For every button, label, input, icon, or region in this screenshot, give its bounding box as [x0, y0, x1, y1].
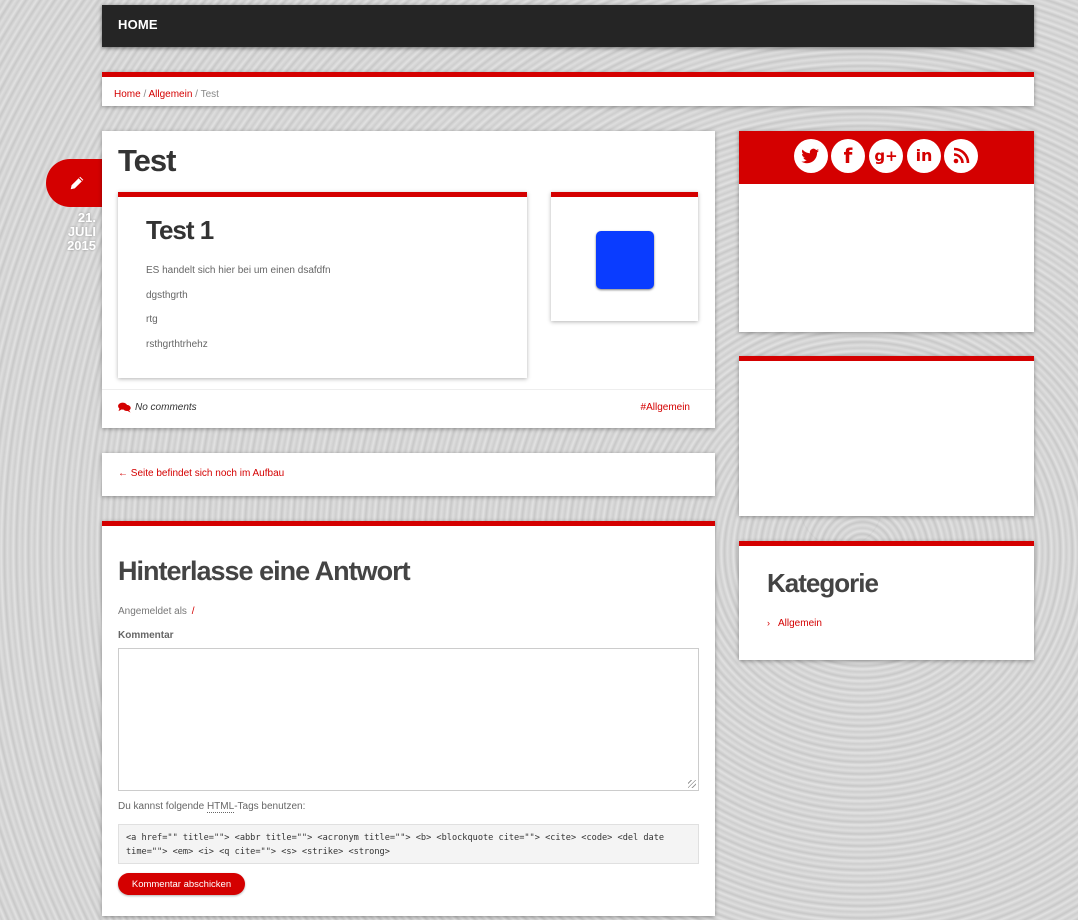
- allowed-tags-code: <a href="" title=""> <abbr title=""> <ac…: [118, 824, 699, 864]
- linkedin-icon[interactable]: in: [907, 139, 941, 173]
- nav-home-link[interactable]: HOME: [118, 17, 158, 32]
- category-widget-title: Kategorie: [767, 568, 879, 598]
- content-paragraph: ES handelt sich hier bei um einen dsafdf…: [146, 265, 331, 276]
- post-date-month: JULI: [67, 224, 96, 239]
- googleplus-icon[interactable]: g+: [869, 139, 903, 173]
- facebook-glyph: f: [843, 144, 853, 168]
- post-thumbnail-card: [551, 192, 698, 321]
- content-heading: Test 1: [146, 215, 214, 245]
- comment-textarea[interactable]: [118, 648, 699, 791]
- category-item[interactable]: › Allgemein: [767, 618, 822, 629]
- breadcrumb-home-link[interactable]: Home: [114, 89, 141, 100]
- post-article: Test Test 1 ES handelt sich hier bei um …: [102, 131, 715, 428]
- post-category-tag[interactable]: #Allgemein: [641, 402, 690, 413]
- post-date: 21. JULI 2015: [58, 211, 96, 253]
- allowed-tags-prefix: Du kannst folgende: [118, 801, 207, 812]
- post-content-card: Test 1 ES handelt sich hier bei um einen…: [118, 192, 527, 378]
- category-item-label: Allgemein: [778, 618, 822, 629]
- submit-comment-button[interactable]: Kommentar abschicken: [118, 873, 245, 895]
- comment-label: Kommentar: [118, 630, 174, 641]
- reply-title: Hinterlasse eine Antwort: [118, 556, 411, 586]
- sidebar-widget: [739, 356, 1034, 516]
- content-paragraph: dgsthgrth: [146, 290, 188, 301]
- allowed-tags-suffix: -Tags benutzen:: [234, 801, 306, 812]
- comments-icon: [118, 402, 131, 413]
- chevron-right-icon: ›: [767, 618, 770, 628]
- breadcrumb-category-link[interactable]: Allgemein: [148, 89, 192, 100]
- top-navbar: HOME: [102, 5, 1034, 47]
- comments-count-link[interactable]: No comments: [135, 402, 197, 413]
- logged-in-prefix: Angemeldet als: [118, 606, 187, 617]
- breadcrumb-current: Test: [200, 89, 219, 100]
- html-abbr: HTML: [206, 801, 235, 813]
- category-widget: Kategorie › Allgemein: [739, 541, 1034, 660]
- social-widget: f g+ in: [739, 131, 1034, 332]
- post-format-badge: [46, 159, 102, 207]
- post-date-year: 2015: [67, 238, 96, 253]
- reply-form: Hinterlasse eine Antwort Angemeldet als …: [102, 521, 715, 916]
- breadcrumb-separator: /: [192, 89, 201, 100]
- rss-icon[interactable]: [944, 139, 978, 173]
- post-date-day: 21.: [77, 210, 96, 225]
- content-paragraph: rtg: [146, 314, 158, 325]
- pencil-icon: [70, 176, 84, 190]
- post-title: Test: [118, 143, 176, 178]
- social-bar: f g+ in: [739, 131, 1034, 184]
- logged-in-user-link[interactable]: /: [192, 606, 195, 617]
- post-thumbnail-image[interactable]: [596, 231, 654, 289]
- previous-post-link[interactable]: ← Seite befindet sich noch im Aufbau: [118, 468, 284, 479]
- post-navigation: ← Seite befindet sich noch im Aufbau: [102, 453, 715, 496]
- linkedin-glyph: in: [915, 146, 933, 165]
- allowed-tags-label: Du kannst folgende HTML-Tags benutzen:: [118, 801, 306, 813]
- breadcrumb: Home / Allgemein / Test: [102, 72, 1034, 106]
- twitter-icon[interactable]: [794, 139, 828, 173]
- googleplus-glyph: g+: [874, 147, 898, 165]
- facebook-icon[interactable]: f: [831, 139, 865, 173]
- post-meta-footer: No comments #Allgemein: [102, 389, 715, 429]
- resize-handle[interactable]: [688, 780, 696, 788]
- content-paragraph: rsthgrthtrhehz: [146, 339, 208, 350]
- logged-in-notice: Angemeldet als /: [118, 606, 195, 617]
